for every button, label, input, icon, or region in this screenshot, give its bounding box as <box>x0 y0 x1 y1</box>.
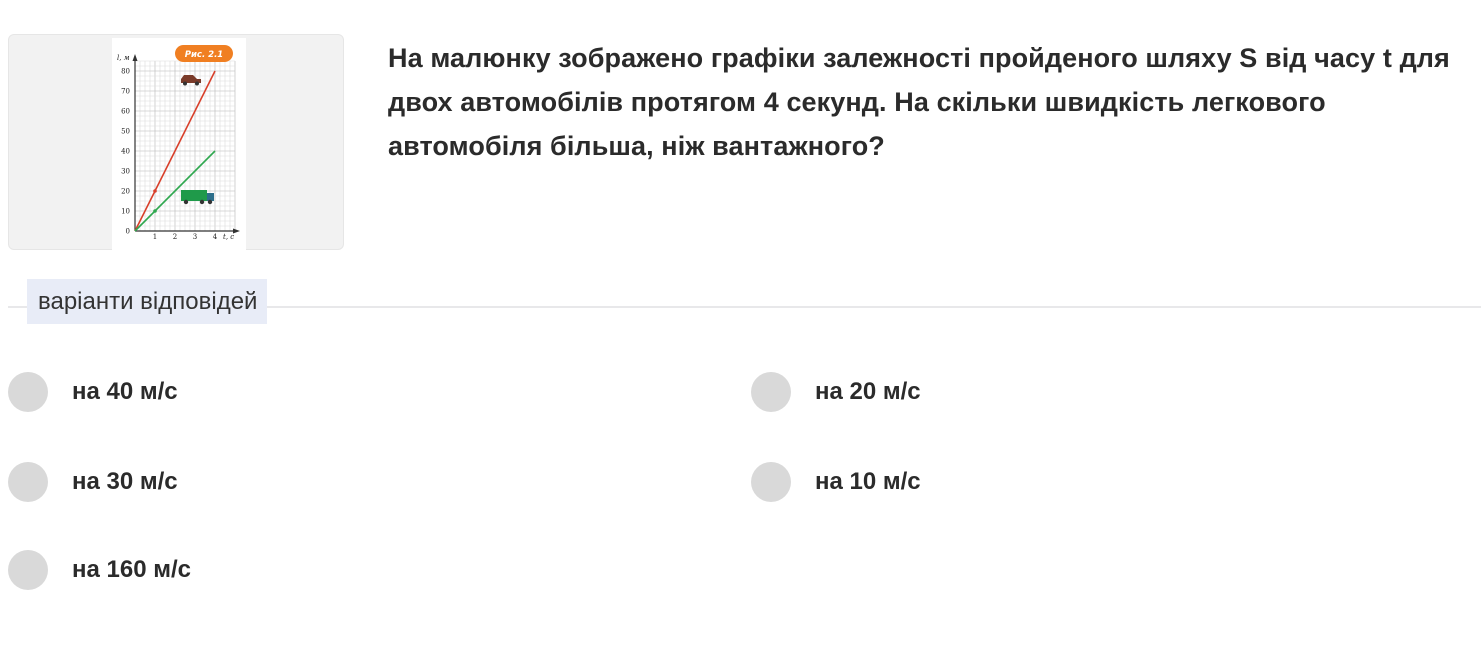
truck-icon <box>181 190 214 205</box>
y-tick-label: 10 <box>121 208 130 216</box>
car-line-point <box>153 189 157 193</box>
radio-button[interactable] <box>751 372 791 412</box>
distance-time-graph: l, м t, с 80 70 60 50 40 30 20 10 0 1 2 3 4 Рис. 2.… <box>112 38 246 250</box>
y-tick-label: 70 <box>121 88 130 96</box>
radio-button[interactable] <box>751 462 791 502</box>
answer-option-3[interactable]: на 30 м/с <box>8 462 178 502</box>
y-axis-label: l, м <box>117 54 130 62</box>
x-tick-label: 1 <box>153 233 157 241</box>
question-image-card[interactable]: l, м t, с 80 70 60 50 40 30 20 10 0 1 2 3 4 Рис. 2.… <box>8 34 344 250</box>
y-tick-labels: 80 70 60 50 40 30 20 10 0 <box>121 68 130 236</box>
answers-section-label: варіанти відповідей <box>27 279 268 324</box>
answer-option-5[interactable]: на 160 м/с <box>8 550 191 590</box>
answer-option-4[interactable]: на 10 м/с <box>751 462 921 502</box>
y-tick-label: 20 <box>121 188 130 196</box>
graph-svg: l, м t, с 80 70 60 50 40 30 20 10 0 1 2 3 4 Рис. 2.… <box>117 45 240 241</box>
y-tick-label: 50 <box>121 128 130 136</box>
y-tick-label: 40 <box>121 148 130 156</box>
x-tick-label: 4 <box>213 233 218 241</box>
radio-button[interactable] <box>8 372 48 412</box>
truck-line-point <box>153 209 157 213</box>
x-tick-label: 2 <box>173 233 177 241</box>
y-tick-label: 80 <box>121 68 130 76</box>
quiz-page: l, м t, с 80 70 60 50 40 30 20 10 0 1 2 3 4 Рис. 2.… <box>0 0 1481 650</box>
answer-option-label: на 10 м/с <box>815 468 921 495</box>
y-tick-label: 30 <box>121 168 130 176</box>
answer-option-2[interactable]: на 20 м/с <box>751 372 921 412</box>
radio-button[interactable] <box>8 550 48 590</box>
figure-badge-text: Рис. 2.1 <box>185 50 223 60</box>
y-tick-label: 0 <box>126 228 130 236</box>
answer-option-label: на 40 м/с <box>72 378 178 405</box>
x-axis-label: t, с <box>223 233 234 241</box>
radio-button[interactable] <box>8 462 48 502</box>
answer-option-label: на 30 м/с <box>72 468 178 495</box>
y-axis-arrow <box>132 54 138 61</box>
question-text: На малюнку зображено графіки залежності … <box>388 43 1450 161</box>
x-tick-labels: 1 2 3 4 <box>153 233 218 241</box>
answer-option-label: на 20 м/с <box>815 378 921 405</box>
answer-option-label: на 160 м/с <box>72 556 191 583</box>
car-icon <box>181 75 201 86</box>
y-tick-label: 60 <box>121 108 130 116</box>
x-tick-label: 3 <box>193 233 197 241</box>
graph-grid <box>134 60 236 232</box>
answer-option-1[interactable]: на 40 м/с <box>8 372 178 412</box>
